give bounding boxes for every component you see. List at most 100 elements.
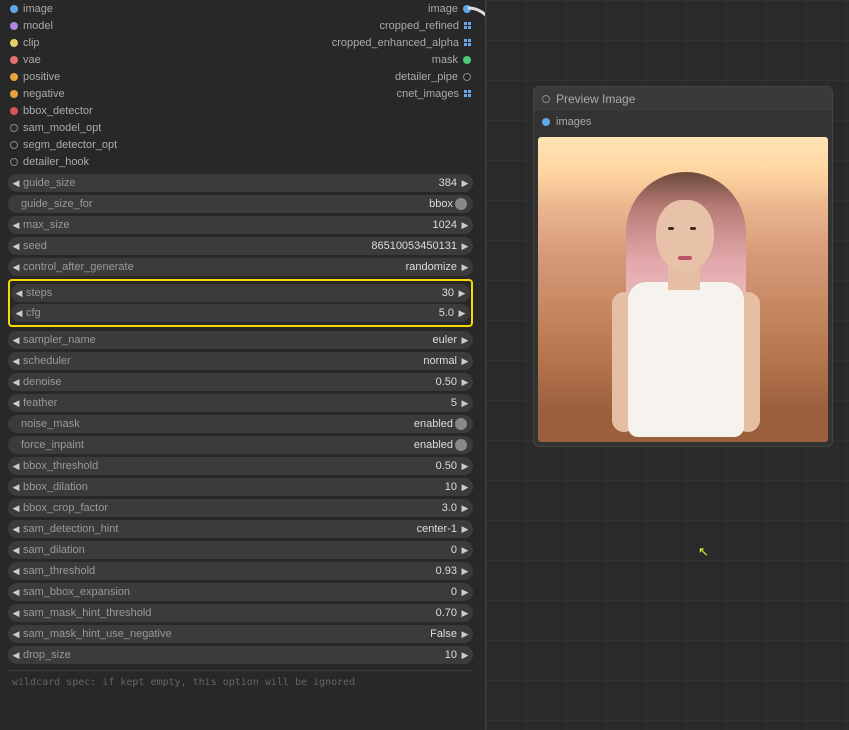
preview-input-images[interactable]: images — [534, 111, 832, 133]
arrow-right-icon[interactable]: ▶ — [460, 587, 470, 598]
param-guide_size_for[interactable]: guide_size_forbbox — [8, 195, 473, 213]
param-value: 3.0 — [442, 502, 460, 514]
arrow-right-icon[interactable]: ▶ — [460, 262, 470, 273]
arrow-right-icon[interactable]: ▶ — [460, 241, 470, 252]
param-guide_size[interactable]: ◀guide_size384▶ — [8, 174, 473, 192]
segm_detector_opt-input-port-icon[interactable] — [10, 141, 18, 149]
arrow-right-icon[interactable]: ▶ — [460, 398, 470, 409]
arrow-left-icon[interactable]: ◀ — [11, 241, 21, 252]
param-sampler_name[interactable]: ◀sampler_nameeuler▶ — [8, 331, 473, 349]
arrow-left-icon[interactable]: ◀ — [11, 178, 21, 189]
cropped_refined-output-port-icon[interactable] — [464, 22, 471, 29]
arrow-left-icon[interactable]: ◀ — [11, 566, 21, 577]
preview-image — [538, 137, 828, 442]
detailer_hook-input-port-icon[interactable] — [10, 158, 18, 166]
param-value: 0.93 — [436, 565, 460, 577]
toggle-dot-icon[interactable] — [455, 198, 467, 210]
arrow-left-icon[interactable]: ◀ — [11, 482, 21, 493]
arrow-left-icon[interactable]: ◀ — [11, 608, 21, 619]
arrow-left-icon[interactable]: ◀ — [11, 587, 21, 598]
cnet_images-output-port-icon[interactable] — [464, 90, 471, 97]
arrow-right-icon[interactable]: ▶ — [460, 650, 470, 661]
param-label: sam_detection_hint — [21, 523, 417, 535]
cnet_images-output-label: cnet_images — [397, 88, 459, 100]
arrow-right-icon[interactable]: ▶ — [460, 503, 470, 514]
preview-image-node[interactable]: Preview Image images — [533, 86, 833, 447]
arrow-left-icon[interactable]: ◀ — [11, 398, 21, 409]
clip-input-port-icon[interactable] — [10, 39, 18, 47]
param-sam_detection_hint[interactable]: ◀sam_detection_hintcenter-1▶ — [8, 520, 473, 538]
param-seed[interactable]: ◀seed86510053450131▶ — [8, 237, 473, 255]
param-sam_mask_hint_threshold[interactable]: ◀sam_mask_hint_threshold0.70▶ — [8, 604, 473, 622]
arrow-left-icon[interactable]: ◀ — [11, 220, 21, 231]
param-feather[interactable]: ◀feather5▶ — [8, 394, 473, 412]
arrow-left-icon[interactable]: ◀ — [14, 308, 24, 319]
detailer_pipe-output-port-icon[interactable] — [463, 73, 471, 81]
arrow-right-icon[interactable]: ▶ — [460, 629, 470, 640]
toggle-dot-icon[interactable] — [455, 418, 467, 430]
arrow-right-icon[interactable]: ▶ — [460, 377, 470, 388]
arrow-left-icon[interactable]: ◀ — [11, 356, 21, 367]
param-control_after_generate[interactable]: ◀control_after_generaterandomize▶ — [8, 258, 473, 276]
arrow-right-icon[interactable]: ▶ — [460, 335, 470, 346]
param-label: max_size — [21, 219, 433, 231]
param-drop_size[interactable]: ◀drop_size10▶ — [8, 646, 473, 664]
mask-output-port-icon[interactable] — [463, 56, 471, 64]
negative-input-port-icon[interactable] — [10, 90, 18, 98]
positive-input-port-icon[interactable] — [10, 73, 18, 81]
param-denoise[interactable]: ◀denoise0.50▶ — [8, 373, 473, 391]
param-steps[interactable]: ◀steps30▶ — [11, 284, 470, 302]
arrow-left-icon[interactable]: ◀ — [11, 461, 21, 472]
vae-input-port-icon[interactable] — [10, 56, 18, 64]
param-sam_mask_hint_use_negative[interactable]: ◀sam_mask_hint_use_negativeFalse▶ — [8, 625, 473, 643]
canvas-area[interactable]: Preview Image images — [485, 0, 849, 730]
param-sam_threshold[interactable]: ◀sam_threshold0.93▶ — [8, 562, 473, 580]
sam_model_opt-input-port-icon[interactable] — [10, 124, 18, 132]
model-input-port-icon[interactable] — [10, 22, 18, 30]
image-input-port-icon[interactable] — [10, 5, 18, 13]
cropped_enhanced_alpha-output-port-icon[interactable] — [464, 39, 471, 46]
arrow-left-icon[interactable]: ◀ — [11, 377, 21, 388]
arrow-right-icon[interactable]: ▶ — [460, 524, 470, 535]
image-output-port-icon[interactable] — [463, 5, 471, 13]
param-sam_dilation[interactable]: ◀sam_dilation0▶ — [8, 541, 473, 559]
param-label: guide_size_for — [11, 198, 429, 210]
param-bbox_crop_factor[interactable]: ◀bbox_crop_factor3.0▶ — [8, 499, 473, 517]
arrow-right-icon[interactable]: ▶ — [460, 461, 470, 472]
arrow-left-icon[interactable]: ◀ — [11, 503, 21, 514]
arrow-right-icon[interactable]: ▶ — [460, 545, 470, 556]
arrow-left-icon[interactable]: ◀ — [11, 545, 21, 556]
arrow-left-icon[interactable]: ◀ — [11, 650, 21, 661]
param-bbox_dilation[interactable]: ◀bbox_dilation10▶ — [8, 478, 473, 496]
sam_model_opt-input-label: sam_model_opt — [23, 122, 101, 134]
model-input-label: model — [23, 20, 53, 32]
arrow-left-icon[interactable]: ◀ — [11, 629, 21, 640]
arrow-right-icon[interactable]: ▶ — [460, 178, 470, 189]
arrow-left-icon[interactable]: ◀ — [14, 288, 24, 299]
param-force_inpaint[interactable]: force_inpaintenabled — [8, 436, 473, 454]
param-value: 30 — [442, 287, 457, 299]
arrow-right-icon[interactable]: ▶ — [457, 288, 467, 299]
param-bbox_threshold[interactable]: ◀bbox_threshold0.50▶ — [8, 457, 473, 475]
toggle-dot-icon[interactable] — [455, 439, 467, 451]
arrow-left-icon[interactable]: ◀ — [11, 524, 21, 535]
param-value: bbox — [429, 198, 455, 210]
param-cfg[interactable]: ◀cfg5.0▶ — [11, 304, 470, 322]
arrow-right-icon[interactable]: ▶ — [460, 482, 470, 493]
arrow-right-icon[interactable]: ▶ — [460, 220, 470, 231]
preview-header[interactable]: Preview Image — [534, 87, 832, 111]
arrow-right-icon[interactable]: ▶ — [460, 608, 470, 619]
arrow-right-icon[interactable]: ▶ — [457, 308, 467, 319]
bbox_detector-input-port-icon[interactable] — [10, 107, 18, 115]
detailer-node[interactable]: imageimagemodelcropped_refinedclipcroppe… — [8, 0, 473, 730]
arrow-left-icon[interactable]: ◀ — [11, 262, 21, 273]
param-max_size[interactable]: ◀max_size1024▶ — [8, 216, 473, 234]
mask-output-label: mask — [432, 54, 458, 66]
param-scheduler[interactable]: ◀schedulernormal▶ — [8, 352, 473, 370]
arrow-left-icon[interactable]: ◀ — [11, 335, 21, 346]
param-label: bbox_crop_factor — [21, 502, 442, 514]
param-sam_bbox_expansion[interactable]: ◀sam_bbox_expansion0▶ — [8, 583, 473, 601]
arrow-right-icon[interactable]: ▶ — [460, 356, 470, 367]
param-noise_mask[interactable]: noise_maskenabled — [8, 415, 473, 433]
arrow-right-icon[interactable]: ▶ — [460, 566, 470, 577]
